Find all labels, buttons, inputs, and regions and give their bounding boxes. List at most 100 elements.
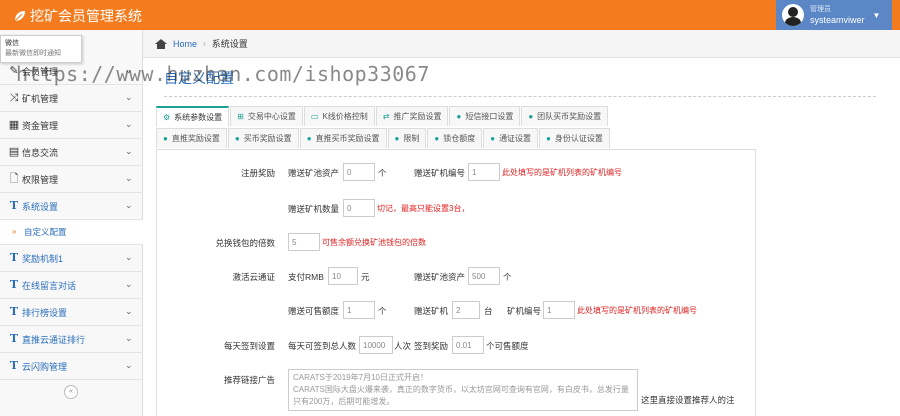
gift-miner-count-label: 赠送矿机数量: [288, 204, 340, 214]
tab-limits[interactable]: ● 限制: [387, 128, 427, 148]
text-t-icon: T: [9, 359, 19, 372]
user-name: systeamviwer: [810, 15, 865, 25]
sidebar-item-messages[interactable]: ▤ 信息交流 ⌄: [0, 139, 143, 166]
calendar-icon: ▦: [8, 119, 20, 131]
tab-label: 系统参数设置: [174, 113, 223, 122]
exchange-multiple-input[interactable]: [288, 233, 320, 251]
breadcrumb-home[interactable]: Home: [173, 39, 197, 49]
user-icon: ●: [528, 112, 534, 121]
exchange-icon: ⇄: [382, 112, 390, 121]
app-title: 挖矿会员管理系统: [30, 8, 142, 24]
chevron-down-icon: ⌄: [125, 65, 133, 75]
user-icon: ●: [306, 134, 312, 143]
sidebar-item-direct-ranking[interactable]: T 直推云通证排行 ⌄: [0, 326, 143, 353]
activate-pay-input[interactable]: [328, 267, 358, 285]
tab-label: 团队买币奖励设置: [537, 112, 602, 121]
tab-system-params[interactable]: ⚙ 系统参数设置: [156, 106, 230, 127]
unit-label: 个: [378, 306, 387, 316]
notice-title: 微信: [5, 40, 19, 47]
activate-gift-sell-input[interactable]: [343, 301, 375, 319]
sidebar-item-label: 矿机管理: [22, 93, 59, 104]
sidebar-collapse-button[interactable]: «: [64, 385, 78, 399]
tab-label: 锁仓额度: [443, 134, 476, 143]
unit-label: 台: [484, 306, 493, 316]
page-title: 自定义配置: [164, 70, 234, 86]
activate-gift-miner-input[interactable]: [452, 301, 480, 319]
activate-gift-sell-label: 赠送可售额度: [288, 306, 340, 316]
activate-miner-no-input[interactable]: [543, 301, 575, 319]
avatar: [782, 4, 804, 26]
checkin-total-input[interactable]: [359, 336, 393, 354]
text-t-icon: T: [9, 305, 19, 318]
notice-subtitle: 最新微信即时通知: [5, 50, 61, 57]
sidebar-item-ranking[interactable]: T 排行榜设置 ⌄: [0, 299, 143, 326]
user-role: 管理员: [810, 6, 831, 13]
shuffle-icon: ⤨: [9, 92, 19, 104]
tab-token-settings[interactable]: ● 通证设置: [483, 128, 539, 148]
activate-gift-assets-input[interactable]: [468, 267, 500, 285]
tab-label: K线价格控制: [322, 112, 368, 121]
user-icon: ●: [434, 134, 440, 143]
register-gift-miner-count-input[interactable]: [343, 199, 375, 217]
sidebar-item-label: 权限管理: [22, 174, 59, 185]
checkin-reward-label: 签到奖励: [414, 341, 449, 351]
chevron-down-icon: ⌄: [125, 252, 133, 262]
user-icon: ●: [490, 134, 496, 143]
sidebar-item-label: 在线留言对话: [22, 280, 77, 291]
top-bar: 挖矿会员管理系统 管理员 systeamviwer ▼: [0, 0, 900, 30]
chevron-down-icon: ⌄: [125, 146, 133, 156]
caret-down-icon: ▼: [872, 10, 881, 20]
tab-label: 推广奖励设置: [393, 112, 442, 121]
tab-lock-quota[interactable]: ● 锁仓额度: [427, 128, 483, 148]
title-divider: [164, 96, 876, 97]
checkin-reward-input[interactable]: [452, 336, 484, 354]
sidebar-item-online-chat[interactable]: T 在线留言对话 ⌄: [0, 272, 143, 299]
user-menu[interactable]: 管理员 systeamviwer ▼: [776, 0, 892, 30]
text-t-icon: T: [9, 199, 19, 212]
user-icon: ●: [546, 134, 551, 143]
activate-miner-no-hint: 此处填写的是矿机列表的矿机编号: [577, 306, 697, 315]
tab-direct-buy-reward[interactable]: ● 直推买币奖励设置: [299, 128, 387, 148]
plus-square-icon: ⊞: [237, 112, 244, 121]
activate-gift-miner-label: 赠送矿机: [414, 306, 449, 316]
tab-kline-control[interactable]: ▭ K线价格控制: [303, 106, 375, 126]
register-gift-miner-no-input[interactable]: [468, 163, 500, 181]
sidebar-item-funds[interactable]: ▦ 资金管理 ⌄: [0, 112, 143, 139]
notice-popup[interactable]: 微信 最新微信即时通知: [0, 35, 82, 63]
activate-gift-assets-label: 赠送矿池资产: [414, 272, 466, 282]
exchange-multiple-label: 兑换钱包的倍数: [215, 238, 275, 248]
sidebar-item-reward-mechanism[interactable]: T 奖励机制1 ⌄: [0, 245, 143, 272]
sidebar-item-system-settings[interactable]: T 系统设置 ⌄: [0, 193, 143, 220]
text-t-icon: T: [9, 278, 19, 291]
gift-assets-label: 赠送矿池资产: [288, 168, 340, 178]
sidebar-item-flash-purchase[interactable]: T 云闪购管理 ⌄: [0, 353, 143, 380]
unit-label: 个可售额度: [486, 341, 529, 351]
tab-direct-reward[interactable]: ● 直推奖励设置: [156, 128, 227, 148]
tab-promo-reward[interactable]: ⇄ 推广奖励设置: [375, 106, 449, 126]
brand[interactable]: 挖矿会员管理系统: [14, 6, 142, 26]
tab-team-buy-reward[interactable]: ● 团队买币奖励设置: [521, 106, 609, 126]
chevron-down-icon: ⌄: [125, 173, 133, 183]
sidebar: 微信 最新微信即时通知 ✎ 会员管理 ⌄ ⤨ 矿机管理 ⌄ ▦ 资金管理 ⌄ ▤…: [0, 30, 143, 416]
chevron-down-icon: ⌄: [125, 279, 133, 289]
tab-sms-api[interactable]: ● 短信接口设置: [449, 106, 521, 126]
activate-miner-no-label: 矿机编号: [507, 306, 542, 316]
user-icon: ●: [394, 134, 400, 143]
tab-trade-center[interactable]: ⊞ 交易中心设置: [230, 106, 303, 126]
promo-ad-label: 推荐链接广告: [223, 375, 275, 385]
sidebar-subitem-custom-config[interactable]: » 自定义配置: [0, 220, 143, 245]
tab-label: 身份认证设置: [554, 134, 603, 143]
text-t-icon: T: [9, 251, 19, 264]
angle-right-icon: »: [12, 227, 17, 236]
sidebar-item-miners[interactable]: ⤨ 矿机管理 ⌄: [0, 85, 143, 112]
gift-miner-no-label: 赠送矿机编号: [414, 168, 466, 178]
tab-id-verification[interactable]: ● 身份认证设置: [539, 128, 610, 148]
chevron-down-icon: ⌄: [125, 92, 133, 102]
register-gift-assets-input[interactable]: [343, 163, 375, 181]
unit-label: 个: [378, 168, 387, 178]
promo-ad-textarea[interactable]: CARATS于2019年7月10日正式开启！ CARATS国际大盘火爆来袭，真正…: [288, 369, 638, 411]
tab-buy-reward[interactable]: ● 买币奖励设置: [227, 128, 299, 148]
sidebar-item-permissions[interactable]: 🗋 权限管理 ⌄: [0, 166, 143, 193]
checkin-total-label: 每天可签到总人数: [288, 341, 357, 351]
sidebar-item-label: 排行榜设置: [22, 307, 68, 318]
